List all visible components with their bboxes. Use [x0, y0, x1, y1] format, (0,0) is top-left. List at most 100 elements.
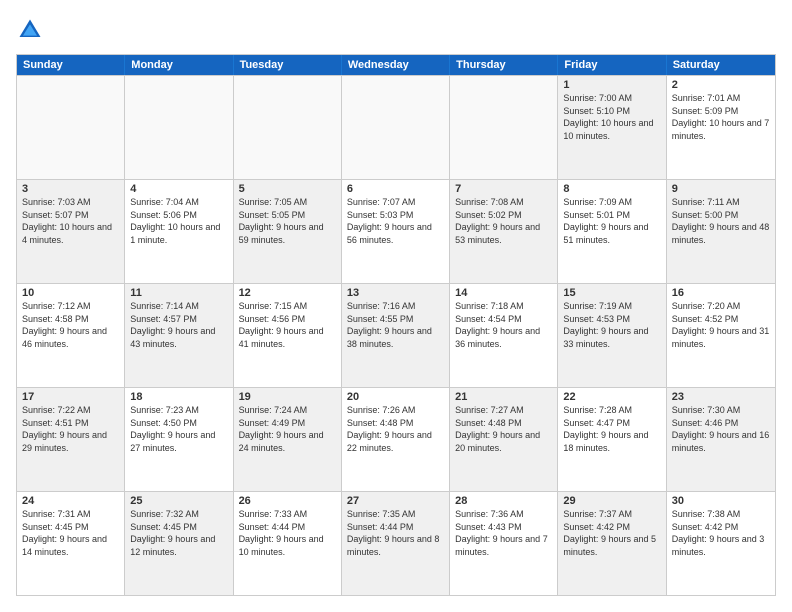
calendar-cell [234, 76, 342, 179]
cell-text: Sunrise: 7:09 AM Sunset: 5:01 PM Dayligh… [563, 196, 660, 246]
cell-text: Sunrise: 7:36 AM Sunset: 4:43 PM Dayligh… [455, 508, 552, 558]
calendar-cell: 16Sunrise: 7:20 AM Sunset: 4:52 PM Dayli… [667, 284, 775, 387]
page: SundayMondayTuesdayWednesdayThursdayFrid… [0, 0, 792, 612]
cell-text: Sunrise: 7:19 AM Sunset: 4:53 PM Dayligh… [563, 300, 660, 350]
cell-text: Sunrise: 7:18 AM Sunset: 4:54 PM Dayligh… [455, 300, 552, 350]
day-number: 22 [563, 391, 660, 403]
calendar-row: 1Sunrise: 7:00 AM Sunset: 5:10 PM Daylig… [17, 75, 775, 179]
logo-icon [16, 16, 44, 44]
calendar-cell: 19Sunrise: 7:24 AM Sunset: 4:49 PM Dayli… [234, 388, 342, 491]
cell-text: Sunrise: 7:26 AM Sunset: 4:48 PM Dayligh… [347, 404, 444, 454]
calendar-cell: 4Sunrise: 7:04 AM Sunset: 5:06 PM Daylig… [125, 180, 233, 283]
calendar-cell: 10Sunrise: 7:12 AM Sunset: 4:58 PM Dayli… [17, 284, 125, 387]
calendar-cell: 28Sunrise: 7:36 AM Sunset: 4:43 PM Dayli… [450, 492, 558, 595]
cell-text: Sunrise: 7:04 AM Sunset: 5:06 PM Dayligh… [130, 196, 227, 246]
calendar-cell: 15Sunrise: 7:19 AM Sunset: 4:53 PM Dayli… [558, 284, 666, 387]
day-number: 14 [455, 287, 552, 299]
calendar-cell: 20Sunrise: 7:26 AM Sunset: 4:48 PM Dayli… [342, 388, 450, 491]
cell-text: Sunrise: 7:22 AM Sunset: 4:51 PM Dayligh… [22, 404, 119, 454]
calendar-cell: 3Sunrise: 7:03 AM Sunset: 5:07 PM Daylig… [17, 180, 125, 283]
calendar-cell [342, 76, 450, 179]
calendar-cell: 22Sunrise: 7:28 AM Sunset: 4:47 PM Dayli… [558, 388, 666, 491]
cell-text: Sunrise: 7:32 AM Sunset: 4:45 PM Dayligh… [130, 508, 227, 558]
day-number: 13 [347, 287, 444, 299]
cell-text: Sunrise: 7:30 AM Sunset: 4:46 PM Dayligh… [672, 404, 770, 454]
day-number: 26 [239, 495, 336, 507]
day-number: 9 [672, 183, 770, 195]
cell-text: Sunrise: 7:37 AM Sunset: 4:42 PM Dayligh… [563, 508, 660, 558]
calendar-cell: 25Sunrise: 7:32 AM Sunset: 4:45 PM Dayli… [125, 492, 233, 595]
cell-text: Sunrise: 7:08 AM Sunset: 5:02 PM Dayligh… [455, 196, 552, 246]
day-number: 15 [563, 287, 660, 299]
cell-text: Sunrise: 7:11 AM Sunset: 5:00 PM Dayligh… [672, 196, 770, 246]
day-number: 8 [563, 183, 660, 195]
cell-text: Sunrise: 7:15 AM Sunset: 4:56 PM Dayligh… [239, 300, 336, 350]
calendar-row: 17Sunrise: 7:22 AM Sunset: 4:51 PM Dayli… [17, 387, 775, 491]
day-number: 23 [672, 391, 770, 403]
day-number: 27 [347, 495, 444, 507]
day-number: 21 [455, 391, 552, 403]
calendar-cell: 18Sunrise: 7:23 AM Sunset: 4:50 PM Dayli… [125, 388, 233, 491]
day-number: 1 [563, 79, 660, 91]
day-number: 28 [455, 495, 552, 507]
cell-text: Sunrise: 7:07 AM Sunset: 5:03 PM Dayligh… [347, 196, 444, 246]
calendar-cell: 29Sunrise: 7:37 AM Sunset: 4:42 PM Dayli… [558, 492, 666, 595]
logo [16, 16, 48, 44]
cell-text: Sunrise: 7:00 AM Sunset: 5:10 PM Dayligh… [563, 92, 660, 142]
cal-header-cell: Wednesday [342, 55, 450, 75]
day-number: 20 [347, 391, 444, 403]
calendar-cell: 26Sunrise: 7:33 AM Sunset: 4:44 PM Dayli… [234, 492, 342, 595]
calendar-cell: 13Sunrise: 7:16 AM Sunset: 4:55 PM Dayli… [342, 284, 450, 387]
day-number: 7 [455, 183, 552, 195]
day-number: 10 [22, 287, 119, 299]
calendar-header: SundayMondayTuesdayWednesdayThursdayFrid… [17, 55, 775, 75]
cell-text: Sunrise: 7:05 AM Sunset: 5:05 PM Dayligh… [239, 196, 336, 246]
header [16, 16, 776, 44]
calendar-row: 24Sunrise: 7:31 AM Sunset: 4:45 PM Dayli… [17, 491, 775, 595]
calendar-cell: 14Sunrise: 7:18 AM Sunset: 4:54 PM Dayli… [450, 284, 558, 387]
calendar-cell: 12Sunrise: 7:15 AM Sunset: 4:56 PM Dayli… [234, 284, 342, 387]
calendar-cell: 21Sunrise: 7:27 AM Sunset: 4:48 PM Dayli… [450, 388, 558, 491]
calendar-body: 1Sunrise: 7:00 AM Sunset: 5:10 PM Daylig… [17, 75, 775, 595]
cell-text: Sunrise: 7:14 AM Sunset: 4:57 PM Dayligh… [130, 300, 227, 350]
day-number: 25 [130, 495, 227, 507]
calendar-cell [125, 76, 233, 179]
calendar-cell: 27Sunrise: 7:35 AM Sunset: 4:44 PM Dayli… [342, 492, 450, 595]
day-number: 4 [130, 183, 227, 195]
calendar-cell: 24Sunrise: 7:31 AM Sunset: 4:45 PM Dayli… [17, 492, 125, 595]
cal-header-cell: Thursday [450, 55, 558, 75]
day-number: 30 [672, 495, 770, 507]
day-number: 3 [22, 183, 119, 195]
cell-text: Sunrise: 7:28 AM Sunset: 4:47 PM Dayligh… [563, 404, 660, 454]
calendar-cell: 6Sunrise: 7:07 AM Sunset: 5:03 PM Daylig… [342, 180, 450, 283]
calendar-cell [17, 76, 125, 179]
calendar-cell: 11Sunrise: 7:14 AM Sunset: 4:57 PM Dayli… [125, 284, 233, 387]
day-number: 24 [22, 495, 119, 507]
cell-text: Sunrise: 7:20 AM Sunset: 4:52 PM Dayligh… [672, 300, 770, 350]
cell-text: Sunrise: 7:16 AM Sunset: 4:55 PM Dayligh… [347, 300, 444, 350]
cell-text: Sunrise: 7:35 AM Sunset: 4:44 PM Dayligh… [347, 508, 444, 558]
calendar-cell [450, 76, 558, 179]
cell-text: Sunrise: 7:38 AM Sunset: 4:42 PM Dayligh… [672, 508, 770, 558]
day-number: 18 [130, 391, 227, 403]
calendar-cell: 5Sunrise: 7:05 AM Sunset: 5:05 PM Daylig… [234, 180, 342, 283]
calendar-cell: 23Sunrise: 7:30 AM Sunset: 4:46 PM Dayli… [667, 388, 775, 491]
calendar: SundayMondayTuesdayWednesdayThursdayFrid… [16, 54, 776, 596]
calendar-cell: 2Sunrise: 7:01 AM Sunset: 5:09 PM Daylig… [667, 76, 775, 179]
calendar-row: 10Sunrise: 7:12 AM Sunset: 4:58 PM Dayli… [17, 283, 775, 387]
calendar-row: 3Sunrise: 7:03 AM Sunset: 5:07 PM Daylig… [17, 179, 775, 283]
day-number: 2 [672, 79, 770, 91]
day-number: 17 [22, 391, 119, 403]
calendar-cell: 7Sunrise: 7:08 AM Sunset: 5:02 PM Daylig… [450, 180, 558, 283]
cal-header-cell: Sunday [17, 55, 125, 75]
calendar-cell: 8Sunrise: 7:09 AM Sunset: 5:01 PM Daylig… [558, 180, 666, 283]
calendar-cell: 1Sunrise: 7:00 AM Sunset: 5:10 PM Daylig… [558, 76, 666, 179]
day-number: 12 [239, 287, 336, 299]
cell-text: Sunrise: 7:23 AM Sunset: 4:50 PM Dayligh… [130, 404, 227, 454]
day-number: 6 [347, 183, 444, 195]
cell-text: Sunrise: 7:31 AM Sunset: 4:45 PM Dayligh… [22, 508, 119, 558]
calendar-cell: 30Sunrise: 7:38 AM Sunset: 4:42 PM Dayli… [667, 492, 775, 595]
cell-text: Sunrise: 7:33 AM Sunset: 4:44 PM Dayligh… [239, 508, 336, 558]
cell-text: Sunrise: 7:03 AM Sunset: 5:07 PM Dayligh… [22, 196, 119, 246]
day-number: 5 [239, 183, 336, 195]
